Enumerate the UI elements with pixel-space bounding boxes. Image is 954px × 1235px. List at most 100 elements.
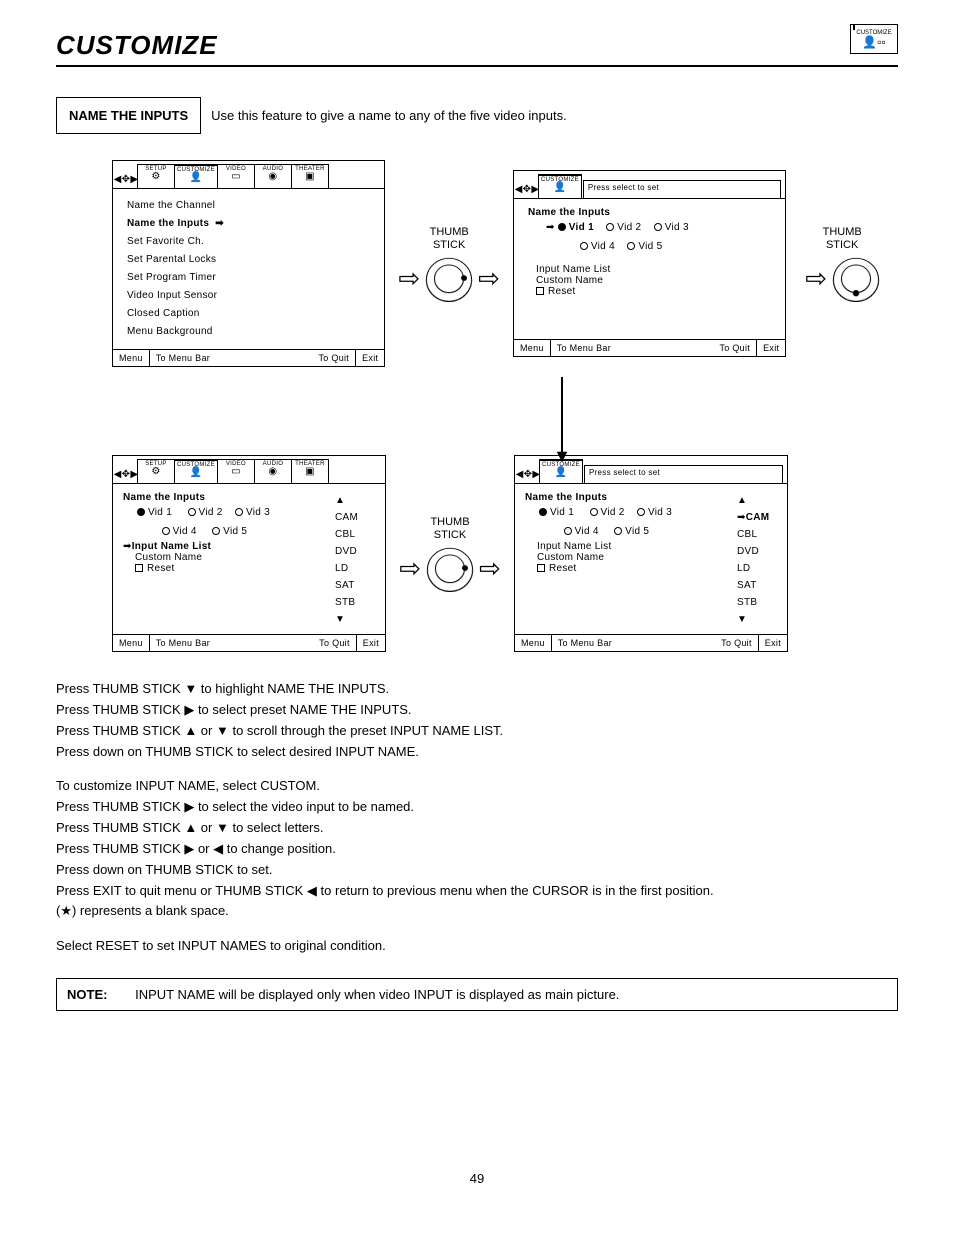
tab-setup[interactable]: SETUP⚙ <box>137 164 175 188</box>
option[interactable]: Custom Name <box>525 552 707 563</box>
screen-footer: Menu To Menu Bar To Quit Exit <box>113 634 385 651</box>
list-item-selected[interactable]: ➡CAM <box>737 509 777 526</box>
thumb-stick-icon <box>831 258 881 302</box>
footer-exit[interactable]: Exit <box>357 635 385 651</box>
arrow-right-icon: ➡ <box>123 541 132 552</box>
tab-audio[interactable]: AUDIO◉ <box>254 459 292 483</box>
menu-item-selected[interactable]: Name the Inputs➡ <box>127 215 376 233</box>
tab-audio[interactable]: AUDIO◉ <box>254 164 292 188</box>
footer-to-menu-bar: To Menu Bar <box>552 635 715 651</box>
list-item[interactable]: STB <box>335 594 375 611</box>
footer-to-menu-bar: To Menu Bar <box>150 350 313 366</box>
footer-to-menu-bar: To Menu Bar <box>551 340 714 356</box>
person-icon: 👤▫▫ <box>862 36 885 48</box>
list-item[interactable]: LD <box>737 560 777 577</box>
option[interactable]: Input Name List <box>525 541 707 552</box>
radio-icon[interactable] <box>627 242 635 250</box>
tab-theater[interactable]: THEATER▣ <box>291 164 329 188</box>
list-item[interactable]: DVD <box>737 543 777 560</box>
radio-icon[interactable] <box>212 527 220 535</box>
option[interactable]: Custom Name <box>528 275 777 286</box>
footer-exit[interactable]: Exit <box>356 350 384 366</box>
nav-left-icon: ◀✥▶ <box>519 465 537 483</box>
tab-video[interactable]: VIDEO▭ <box>217 459 255 483</box>
option-selected[interactable]: ➡Input Name List <box>123 541 305 552</box>
radio-icon[interactable] <box>162 527 170 535</box>
list-item[interactable]: CAM <box>335 509 375 526</box>
radio-icon[interactable] <box>188 508 196 516</box>
checkbox-icon[interactable] <box>537 564 545 572</box>
list-item[interactable]: DVD <box>335 543 375 560</box>
arrow-down-icon[interactable]: ▼ <box>737 611 777 628</box>
footer-menu[interactable]: Menu <box>113 350 150 366</box>
footer-menu[interactable]: Menu <box>113 635 150 651</box>
help-text: Press select to set <box>584 465 783 483</box>
flow-arrow-icon: ⇨ <box>399 555 421 581</box>
list-item[interactable]: LD <box>335 560 375 577</box>
radio-icon[interactable] <box>564 527 572 535</box>
arrow-up-icon[interactable]: ▲ <box>737 492 777 509</box>
option[interactable]: Input Name List <box>528 264 777 275</box>
footer-menu[interactable]: Menu <box>515 635 552 651</box>
menu-item[interactable]: Name the Channel <box>127 197 376 215</box>
arrow-down-icon[interactable]: ▼ <box>335 611 375 628</box>
list-item[interactable]: SAT <box>737 577 777 594</box>
option[interactable]: Custom Name <box>123 552 305 563</box>
menu-item[interactable]: Video Input Sensor <box>127 287 376 305</box>
radio-icon[interactable] <box>614 527 622 535</box>
checkbox-icon[interactable] <box>536 287 544 295</box>
list-item[interactable]: CBL <box>737 526 777 543</box>
footer-to-quit: To Quit <box>715 635 759 651</box>
flow-arrow-icon: ⇨ <box>805 265 827 291</box>
submenu-title: Name the Inputs <box>528 207 777 218</box>
footer-to-menu-bar: To Menu Bar <box>150 635 313 651</box>
menu-item[interactable]: Set Program Timer <box>127 269 376 287</box>
option[interactable]: Reset <box>123 563 305 574</box>
tab-theater[interactable]: THEATER▣ <box>291 459 329 483</box>
radio-icon[interactable] <box>606 223 614 231</box>
tab-setup[interactable]: SETUP⚙ <box>137 459 175 483</box>
list-item[interactable]: STB <box>737 594 777 611</box>
nav-left-icon: ◀✥▶ <box>117 465 135 483</box>
screen-input-name-list: ◀✥▶ SETUP⚙ CUSTOMIZE👤 VIDEO▭ AUDIO◉ THEA… <box>112 455 386 652</box>
menu-body: Name the Inputs ➡ Vid 1 Vid 2 Vid 3 Vid … <box>514 199 785 339</box>
menu-item[interactable]: Set Favorite Ch. <box>127 233 376 251</box>
footer-exit[interactable]: Exit <box>757 340 785 356</box>
tab-customize[interactable]: CUSTOMIZE👤 <box>539 459 583 483</box>
tab-customize[interactable]: CUSTOMIZE👤 <box>538 174 582 198</box>
setup-icon: ⚙ <box>151 467 160 477</box>
flow-arrow-icon: ⇨ <box>398 265 420 291</box>
instruction-line: Press THUMB STICK ▼ to highlight NAME TH… <box>56 680 898 699</box>
screen-input-name-selected: ◀✥▶ CUSTOMIZE👤 Press select to set Name … <box>514 455 788 652</box>
radio-icon[interactable] <box>654 223 662 231</box>
theater-icon: ▣ <box>305 172 315 182</box>
radio-icon[interactable] <box>580 242 588 250</box>
radio-icon[interactable] <box>137 508 145 516</box>
checkbox-icon[interactable] <box>135 564 143 572</box>
screens-row-1: ◀✥▶ SETUP⚙ CUSTOMIZE👤 VIDEO▭ AUDIO◉ THEA… <box>112 160 898 367</box>
footer-to-quit: To Quit <box>713 340 757 356</box>
list-item[interactable]: CBL <box>335 526 375 543</box>
arrow-up-icon[interactable]: ▲ <box>335 492 375 509</box>
submenu-title: Name the Inputs <box>123 492 305 503</box>
option[interactable]: Reset <box>525 563 707 574</box>
list-item[interactable]: SAT <box>335 577 375 594</box>
footer-menu[interactable]: Menu <box>514 340 551 356</box>
thumb-stick-icon <box>425 548 475 592</box>
tab-customize[interactable]: CUSTOMIZE👤 <box>174 164 218 188</box>
tab-bar: ◀✥▶ SETUP⚙ CUSTOMIZE👤 VIDEO▭ AUDIO◉ THEA… <box>113 456 385 484</box>
menu-body: Name the Inputs Vid 1 Vid 2 Vid 3 Vid 4 … <box>515 484 787 634</box>
option[interactable]: Reset <box>528 286 777 297</box>
menu-item[interactable]: Set Parental Locks <box>127 251 376 269</box>
menu-body: Name the Channel Name the Inputs➡ Set Fa… <box>113 189 384 349</box>
radio-icon[interactable] <box>235 508 243 516</box>
footer-exit[interactable]: Exit <box>759 635 787 651</box>
tab-customize[interactable]: CUSTOMIZE👤 <box>174 459 218 483</box>
menu-item[interactable]: Menu Background <box>127 323 376 341</box>
radio-icon[interactable] <box>539 508 547 516</box>
menu-item[interactable]: Closed Caption <box>127 305 376 323</box>
tab-video[interactable]: VIDEO▭ <box>217 164 255 188</box>
radio-icon[interactable] <box>637 508 645 516</box>
radio-icon[interactable] <box>558 223 566 231</box>
radio-icon[interactable] <box>590 508 598 516</box>
